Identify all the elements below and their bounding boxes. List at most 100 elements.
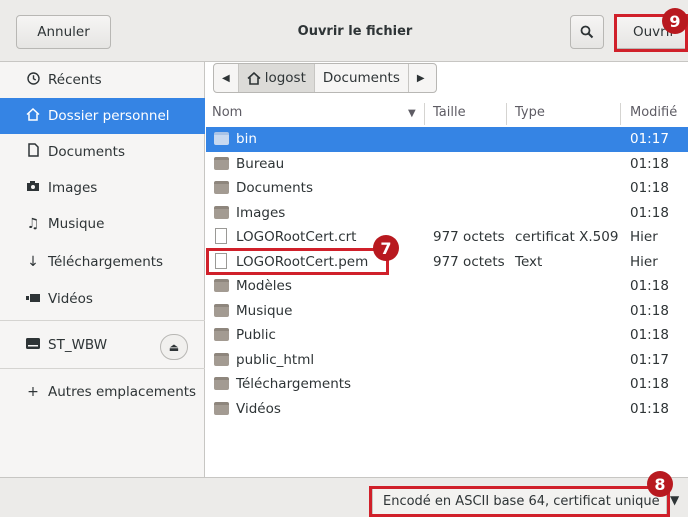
path-segment-home[interactable]: logost [238,64,315,92]
sort-down-icon: ▼ [408,108,416,119]
sidebar-item-videos[interactable]: Vidéos [0,281,205,317]
sidebar-item-label: Autres emplacements [48,384,197,400]
file-name: LOGORootCert.crt [236,229,357,245]
sidebar-item-label: Musique [48,216,105,232]
file-name: Modèles [236,278,292,294]
file-row-public-html[interactable]: public_html 01:17 [206,348,688,373]
file-name: public_html [236,351,315,368]
folder-icon [214,303,229,317]
file-row-bureau[interactable]: Bureau 01:18 [206,152,688,177]
column-name[interactable]: Nom [212,105,242,120]
folder-icon [214,132,229,145]
file-modified: 01:18 [630,180,669,196]
file-row-videos[interactable]: Vidéos 01:18 [206,397,688,422]
folder-icon [214,328,229,341]
file-row-musique[interactable]: Musique 01:18 [206,299,688,324]
column-divider [620,103,621,125]
file-size: 977 octets [433,229,505,245]
sidebar-item-label: Images [48,180,98,196]
file-name: Public [236,327,276,343]
video-icon [24,291,42,307]
file-modified: 01:18 [630,204,669,221]
file-type: Text [515,253,543,270]
file-list-header: Nom ▼ Taille Type Modifié [206,101,688,127]
clock-icon [24,71,42,89]
sidebar-item-home[interactable]: Dossier personnel [0,98,205,134]
folder-icon [214,377,229,390]
chevron-right-icon: ▶ [416,72,425,84]
file-name: bin [236,131,257,147]
eject-button[interactable]: ⏏ [160,334,188,360]
sidebar-item-label: Vidéos [48,291,93,307]
sidebar-item-images[interactable]: Images [0,170,205,206]
column-divider [424,103,425,125]
highlight-filter [369,486,670,517]
column-modified[interactable]: Modifié [630,105,677,120]
download-icon: ↓ [27,254,39,270]
path-back-button[interactable]: ◀ [214,64,239,92]
sidebar-item-label: Téléchargements [48,254,164,270]
path-segment-documents[interactable]: Documents [315,64,409,92]
step-badge-file: 7 [373,235,399,261]
column-type[interactable]: Type [515,105,545,120]
file-row-logorootcert-crt[interactable]: LOGORootCert.crt 977 octets certificat X… [206,225,688,250]
file-modified: 01:18 [630,155,669,172]
file-name: Musique [236,302,293,319]
file-size: 977 octets [433,253,505,270]
file-row-telechargements[interactable]: Téléchargements 01:18 [206,372,688,397]
file-modified: Hier [630,229,658,245]
folder-icon [214,401,229,415]
sidebar-divider [0,320,205,321]
folder-icon [214,279,229,292]
file-modified: 01:18 [630,302,669,319]
file-name: Documents [236,180,313,196]
sidebar-item-label: Dossier personnel [48,108,170,124]
search-icon [580,25,594,39]
cancel-button[interactable]: Annuler [16,15,111,49]
file-name: Bureau [236,155,285,172]
sidebar-item-other-locations[interactable]: + Autres emplacements [0,374,205,410]
file-modified: 01:18 [630,376,669,392]
file-modified: 01:17 [630,131,669,147]
file-modified: 01:17 [630,351,669,368]
file-row-bin[interactable]: bin 01:17 [206,127,688,152]
home-icon [24,107,42,125]
file-name: Images [236,204,286,221]
path-forward-button[interactable]: ▶ [409,64,433,92]
plus-icon: + [27,384,39,400]
home-icon [247,71,261,85]
file-row-images[interactable]: Images 01:18 [206,201,688,226]
file-type: certificat X.509 [515,229,619,245]
file-row-documents[interactable]: Documents 01:18 [206,176,688,201]
step-badge-filter: 8 [647,471,673,497]
header-bar: Annuler Ouvrir le fichier Ouvrir [0,0,688,62]
sidebar-item-recents[interactable]: Récents [0,62,205,98]
camera-icon [24,180,42,196]
document-icon [24,143,42,161]
highlight-pem-file [206,248,389,275]
file-modified: 01:18 [630,400,669,417]
column-size[interactable]: Taille [433,105,466,120]
sidebar-item-label: ST_WBW [48,337,108,353]
file-modified: 01:18 [630,327,669,343]
file-name: Vidéos [236,400,281,417]
path-bar: ◀ logost Documents ▶ [213,63,437,93]
folder-icon [214,205,229,219]
sidebar-item-documents[interactable]: Documents [0,134,205,170]
folder-icon [214,352,229,366]
chevron-down-icon[interactable]: ▼ [670,493,679,507]
music-icon: ♫ [26,216,40,232]
file-modified: 01:18 [630,278,669,294]
file-name: Téléchargements [236,376,352,392]
folder-icon [214,181,229,194]
sidebar-item-downloads[interactable]: ↓ Téléchargements [0,244,205,280]
sidebar-item-music[interactable]: ♫ Musique [0,206,205,242]
step-badge-open: 9 [662,8,688,34]
file-row-public[interactable]: Public 01:18 [206,323,688,348]
sidebar-item-label: Récents [48,72,102,88]
dialog-title: Ouvrir le fichier [297,24,413,39]
chevron-left-icon: ◀ [222,72,230,84]
search-button[interactable] [570,15,604,49]
file-row-modeles[interactable]: Modèles 01:18 [206,274,688,299]
path-segment-label: logost [264,70,306,86]
